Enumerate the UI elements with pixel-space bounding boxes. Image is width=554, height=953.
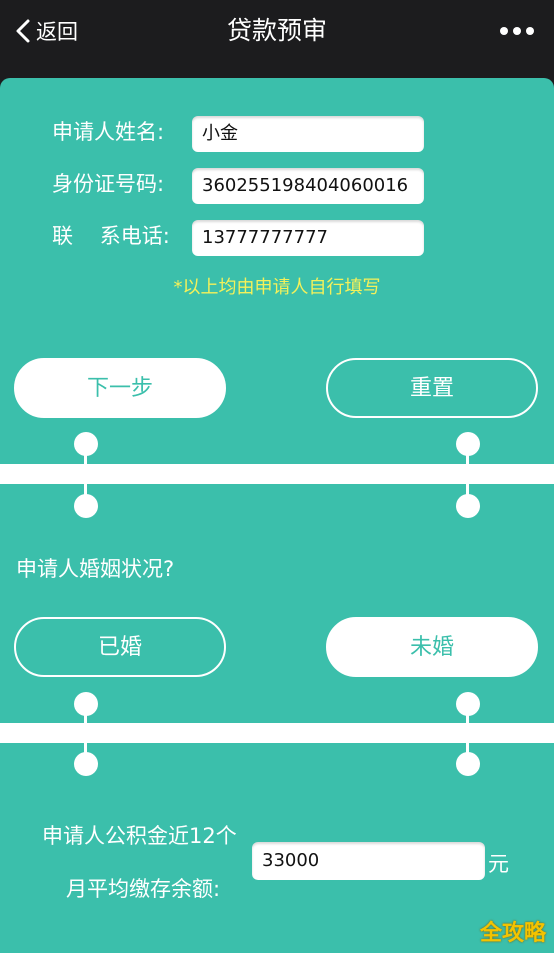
divider-bar [0, 723, 554, 743]
unmarried-button[interactable]: 未婚 [326, 617, 538, 677]
married-button[interactable]: 已婚 [14, 617, 226, 677]
connector-dot [456, 692, 480, 716]
connector-dot [74, 432, 98, 456]
form-hint: *以上均由申请人自行填写 [173, 277, 381, 298]
next-step-button[interactable]: 下一步 [14, 358, 226, 418]
unit-label: 元 [488, 852, 509, 876]
form-panel: 申请人姓名: 小金 身份证号码: 360255198404060016 联 系电… [0, 78, 554, 953]
reset-button[interactable]: 重置 [326, 358, 538, 418]
fund-label-line2: 月平均缴存余额: [66, 877, 221, 901]
connector-dot [456, 494, 480, 518]
name-field[interactable]: 小金 [192, 116, 424, 152]
phone-field[interactable]: 13777777777 [192, 220, 424, 256]
watermark: 全攻略 [479, 921, 546, 946]
navbar: 返回 贷款预审 [0, 0, 554, 62]
fund-label-line1: 申请人公积金近12个 [42, 824, 237, 848]
more-dots-icon[interactable] [500, 22, 534, 40]
connector-dot [74, 692, 98, 716]
connector-dot [456, 432, 480, 456]
connector-dot [74, 752, 98, 776]
divider-bar [0, 464, 554, 484]
fund-balance-field[interactable]: 33000 [252, 842, 485, 880]
phone-label: 联 系电话: [52, 224, 170, 248]
connector-dot [74, 494, 98, 518]
id-number-field[interactable]: 360255198404060016 [192, 168, 424, 204]
connector-dot [456, 752, 480, 776]
page-title: 贷款预审 [226, 16, 327, 45]
marital-question: 申请人婚姻状况? [16, 557, 175, 581]
name-label: 申请人姓名: [52, 120, 165, 144]
id-number-label: 身份证号码: [52, 172, 165, 196]
